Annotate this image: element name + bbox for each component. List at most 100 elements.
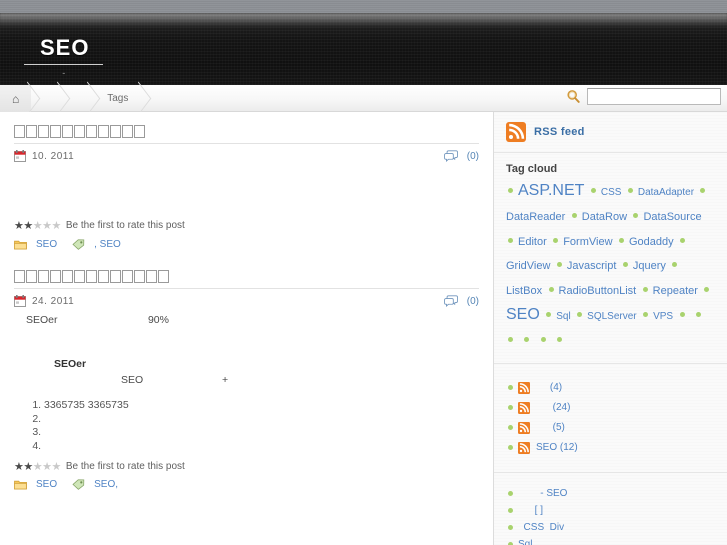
rating-star[interactable]: ★ — [14, 220, 24, 232]
rating-star[interactable]: ★ — [23, 220, 33, 232]
tag-cloud-link[interactable]: DataSource — [643, 211, 701, 223]
recent-post-item[interactable]: CSS Div — [506, 519, 715, 536]
tag-cloud-link[interactable]: FormView — [563, 236, 612, 248]
tag-cloud-link[interactable]: SQLServer — [587, 311, 636, 322]
tag-cloud-link[interactable]: VPS — [653, 311, 673, 322]
post-body: SEOer 90% SEOer SEO + — [14, 309, 479, 397]
tag-cloud-link[interactable]: DataAdapter — [638, 187, 694, 198]
feed-list-item[interactable]: SEO (12) — [506, 438, 715, 458]
tag-cloud-link[interactable]: Javascript — [567, 260, 617, 272]
page-body: 10. 2011 (0) ★★★★★ Be the first to rate … — [0, 112, 727, 545]
feed-bullet-icon — [508, 385, 513, 391]
tag-cloud-link[interactable]: ListBox — [506, 285, 542, 297]
recent-post-link[interactable]: [ ] — [518, 505, 543, 516]
post-tag-link[interactable]: SEO, — [94, 479, 118, 490]
comment-count[interactable]: (0) — [467, 151, 479, 162]
feed-link[interactable]: SEO (12) — [536, 442, 578, 453]
rss-icon[interactable] — [518, 401, 530, 414]
feed-list-item[interactable]: (24) — [506, 398, 715, 418]
tag-cloud-link[interactable]: Repeater — [653, 285, 698, 297]
title-glyph — [122, 270, 133, 283]
tag-cloud-link[interactable]: Editor — [518, 236, 547, 248]
recent-post-item[interactable]: [ ] — [506, 502, 715, 519]
rss-icon[interactable] — [518, 441, 530, 454]
rss-icon[interactable] — [506, 122, 526, 142]
rating-star[interactable]: ★ — [23, 461, 33, 473]
post-tag-link[interactable]: , SEO — [94, 239, 121, 250]
feed-bullet-icon — [508, 425, 513, 431]
feed-link[interactable]: (5) — [536, 422, 565, 433]
title-glyph — [14, 125, 25, 138]
post-body-line: SEOer 90% — [26, 314, 169, 326]
comment-icon[interactable] — [443, 295, 458, 307]
list-item: 3365735 3365735 — [44, 399, 479, 412]
rss-icon[interactable] — [518, 421, 530, 434]
rating-text: Be the first to rate this post — [65, 460, 185, 472]
comment-count[interactable]: (0) — [467, 296, 479, 307]
tag-bullet-icon — [524, 336, 530, 342]
rating-star[interactable]: ★ — [42, 220, 52, 232]
rating-star[interactable]: ★ — [33, 220, 43, 232]
tag-bullet-icon — [627, 188, 633, 193]
post-title[interactable] — [14, 269, 479, 289]
post-ordered-list: 3365735 3365735 — [14, 399, 479, 453]
feed-link[interactable]: (4) — [536, 382, 562, 393]
tag-bullet-icon — [556, 262, 562, 268]
post-title[interactable] — [14, 124, 479, 144]
recent-post-link[interactable]: - SEO — [518, 488, 567, 499]
breadcrumb-segment-1[interactable] — [31, 85, 61, 112]
rating-stars[interactable]: ★★★★★ — [14, 219, 61, 232]
tag-cloud-link[interactable]: Sql — [556, 311, 570, 322]
search-icon[interactable] — [566, 89, 581, 104]
breadcrumb-tags[interactable]: Tags — [91, 85, 142, 112]
recent-post-item[interactable]: - SEO — [506, 485, 715, 502]
tag-cloud-link[interactable]: SEO — [506, 306, 540, 323]
tag-bullet-icon — [571, 212, 577, 218]
rating-text: Be the first to rate this post — [65, 220, 185, 231]
tag-cloud-link[interactable]: Godaddy — [629, 236, 674, 248]
tag-bullet-icon — [508, 188, 513, 193]
rating-star[interactable]: ★ — [33, 461, 43, 473]
tag-cloud-link[interactable]: DataReader — [506, 211, 565, 223]
site-header: SEO - — [0, 13, 727, 85]
tag-cloud-link[interactable]: DataRow — [582, 211, 627, 223]
rating-star[interactable]: ★ — [52, 220, 62, 232]
search-area — [566, 88, 721, 105]
recent-post-item[interactable]: Sql — [506, 536, 715, 545]
feed-list-item[interactable]: (5) — [506, 418, 715, 438]
site-title[interactable]: SEO — [24, 37, 104, 65]
feed-link[interactable]: (24) — [536, 402, 571, 413]
post-category-link[interactable]: SEO — [36, 239, 57, 250]
site-branding[interactable]: SEO - — [24, 37, 104, 79]
rating-star[interactable]: ★ — [14, 461, 24, 473]
rss-feed-label[interactable]: RSS feed — [534, 126, 585, 138]
rss-icon[interactable] — [518, 381, 530, 394]
rating-star[interactable]: ★ — [42, 461, 52, 473]
tag-cloud-title: Tag cloud — [506, 163, 558, 175]
feed-list-item[interactable]: (4) — [506, 378, 715, 398]
tag-cloud-link[interactable]: GridView — [506, 260, 550, 272]
rating-star[interactable]: ★ — [52, 461, 62, 473]
tag-cloud-link[interactable]: CSS — [601, 187, 622, 198]
title-glyph — [26, 125, 37, 138]
tag-cloud-link[interactable]: Jquery — [633, 260, 666, 272]
taxonomy-row: SEO SEO, — [14, 476, 479, 494]
post-category-link[interactable]: SEO — [36, 479, 57, 490]
tag-bullet-icon — [704, 287, 710, 293]
recent-post-link[interactable]: Sql — [518, 539, 532, 545]
tag-bullet-icon — [546, 311, 552, 317]
taxonomy-row: SEO , SEO — [14, 235, 479, 253]
breadcrumb-segment-2[interactable] — [61, 85, 91, 112]
tag-cloud-link[interactable]: ASP.NET — [518, 182, 584, 199]
breadcrumb: ⌂ Tags — [0, 85, 142, 112]
rating-stars[interactable]: ★★★★★ — [14, 460, 61, 473]
recent-post-link[interactable]: CSS Div — [518, 522, 565, 533]
tag-cloud-link[interactable]: RadioButtonList — [559, 285, 637, 297]
rss-feed-row[interactable]: RSS feed — [506, 122, 715, 142]
comment-icon[interactable] — [443, 150, 458, 162]
search-input[interactable] — [587, 88, 721, 105]
header-gloss — [0, 13, 727, 27]
breadcrumb-home[interactable]: ⌂ — [0, 85, 32, 112]
tag-bullet-icon — [553, 237, 559, 243]
recent-bullet-icon — [508, 507, 513, 513]
